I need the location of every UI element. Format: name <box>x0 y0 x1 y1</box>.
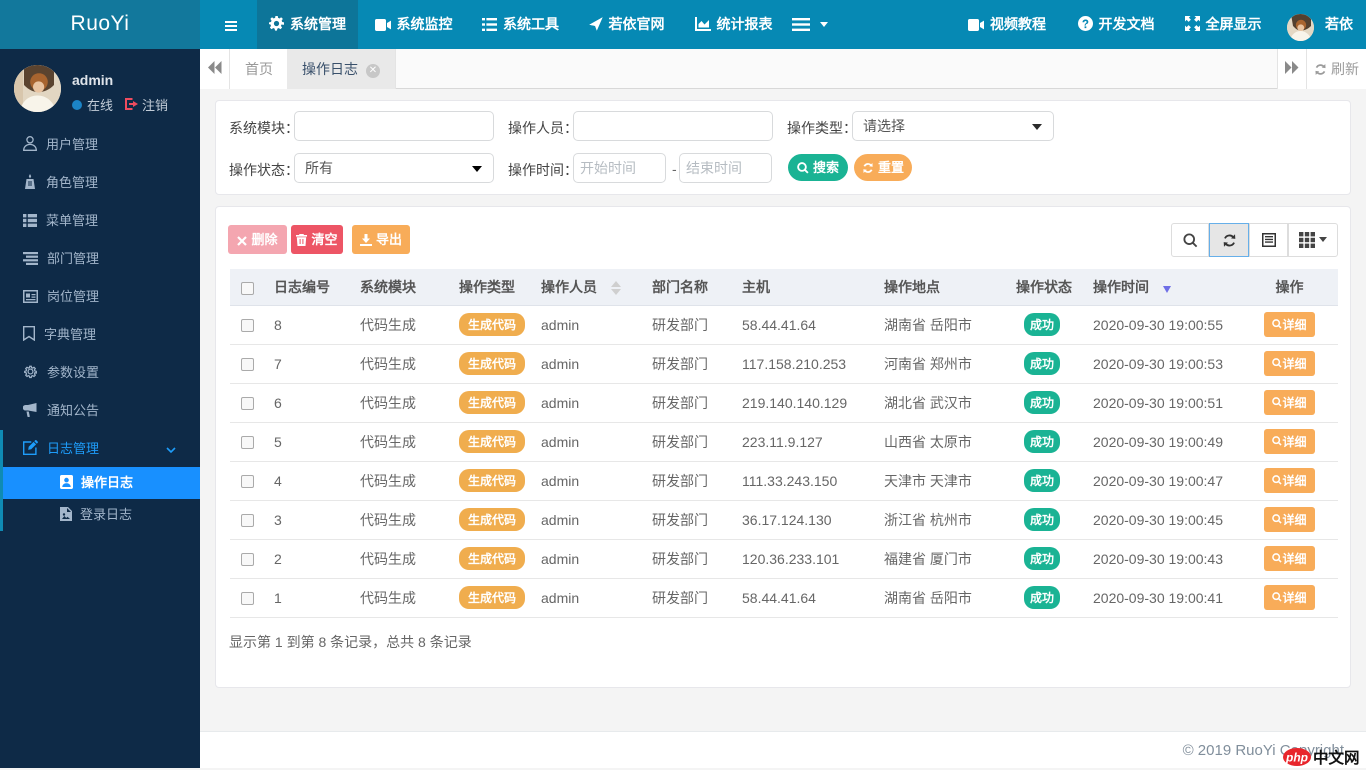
svg-text:中文网: 中文网 <box>1313 748 1360 767</box>
svg-text:php: php <box>1285 751 1308 765</box>
